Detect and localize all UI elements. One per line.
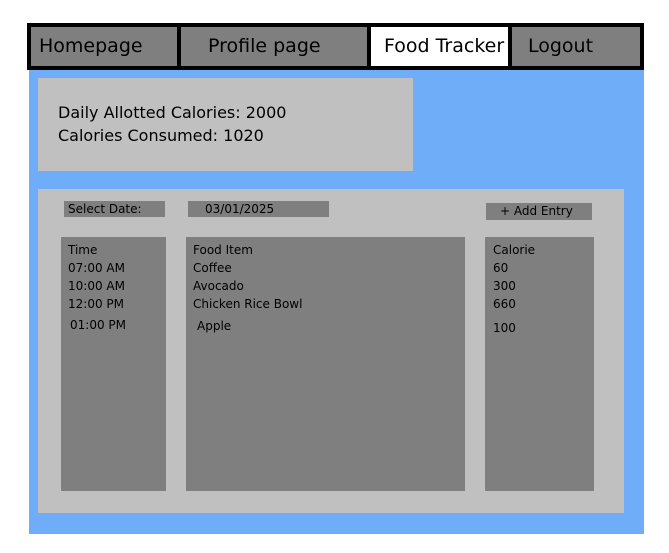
time-cell: 07:00 AM [68, 261, 125, 275]
food-column-header: Food Item [193, 243, 253, 257]
food-cell: Chicken Rice Bowl [193, 297, 303, 311]
daily-allotted-calories: Daily Allotted Calories: 2000 [58, 103, 287, 122]
calorie-column: Calorie 60 300 660 100 [485, 237, 594, 491]
calorie-cell: 300 [493, 279, 516, 293]
date-input[interactable]: 03/01/2025 [188, 201, 329, 217]
food-item-column: Food Item Coffee Avocado Chicken Rice Bo… [186, 237, 465, 491]
main-content: Daily Allotted Calories: 2000 Calories C… [29, 70, 644, 534]
add-entry-button[interactable]: + Add Entry [486, 203, 592, 220]
food-tracker-panel: Select Date: 03/01/2025 + Add Entry Time… [38, 189, 624, 513]
food-cell: Coffee [193, 261, 232, 275]
food-cell: Apple [197, 319, 232, 333]
tab-homepage[interactable]: Homepage [31, 27, 177, 66]
tab-profile-page[interactable]: Profile page [181, 27, 367, 66]
calories-consumed: Calories Consumed: 1020 [58, 126, 264, 145]
time-column-header: Time [68, 243, 98, 257]
time-column: Time 07:00 AM 10:00 AM 12:00 PM 01:00 PM [61, 237, 166, 491]
calorie-cell: 60 [493, 261, 509, 275]
tab-logout[interactable]: Logout [512, 27, 640, 66]
calorie-column-header: Calorie [493, 243, 536, 257]
time-cell: 01:00 PM [70, 318, 126, 332]
select-date-label: Select Date: [64, 201, 165, 217]
calorie-cell: 100 [493, 321, 516, 335]
food-cell: Avocado [193, 279, 244, 293]
calorie-cell: 660 [493, 297, 516, 311]
page: Homepage Profile page Food Tracker Logou… [0, 0, 669, 553]
top-navigation: Homepage Profile page Food Tracker Logou… [27, 23, 644, 70]
time-cell: 12:00 PM [68, 297, 124, 311]
calorie-summary-panel: Daily Allotted Calories: 2000 Calories C… [38, 78, 413, 171]
tab-food-tracker[interactable]: Food Tracker [371, 27, 508, 66]
time-cell: 10:00 AM [68, 279, 125, 293]
